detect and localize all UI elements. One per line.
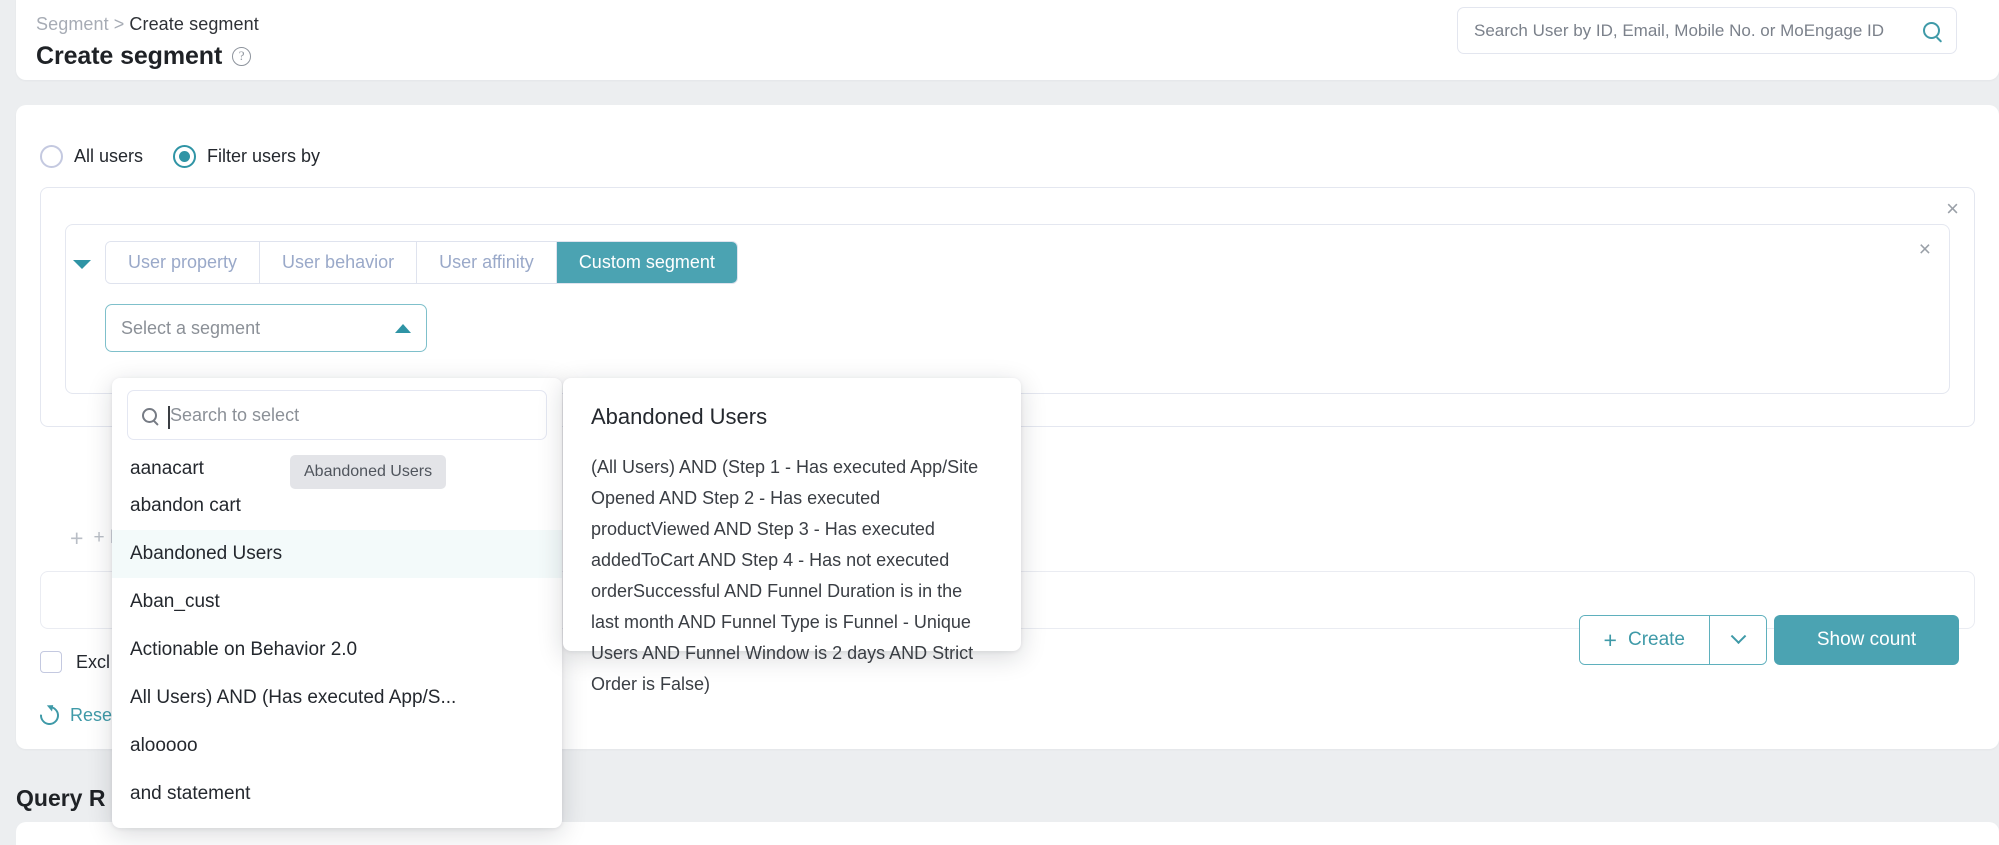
radio-filter-users-by[interactable]: Filter users by (173, 145, 320, 168)
filter-type-tabs: User property User behavior User affinit… (105, 241, 738, 284)
search-icon (142, 408, 157, 423)
reset-label: Rese (70, 705, 112, 726)
reset-button[interactable]: Rese (40, 705, 112, 726)
audience-radio-group: All users Filter users by (40, 145, 320, 168)
exclude-users-row[interactable]: Excl (40, 651, 110, 673)
text-cursor (168, 406, 170, 429)
app-page: Segment>Create segment Create segment ? … (0, 0, 1999, 845)
dropdown-search-placeholder: Search to select (170, 405, 299, 425)
breadcrumb-current: Create segment (129, 14, 258, 34)
close-icon[interactable]: × (1919, 239, 1931, 260)
list-item[interactable]: Aban_cust (112, 578, 562, 626)
exclude-users-label: Excl (76, 652, 110, 673)
chevron-down-icon[interactable] (73, 260, 91, 269)
plus-icon: + (1604, 627, 1617, 654)
create-button-group: + Create (1579, 615, 1767, 665)
radio-all-users-dot[interactable] (40, 145, 63, 168)
exclude-users-checkbox[interactable] (40, 651, 62, 673)
refresh-icon (36, 702, 63, 729)
page-title-row: Create segment ? (36, 42, 251, 71)
question-mark-circle-icon[interactable]: ? (232, 47, 251, 66)
radio-filter-users-by-dot[interactable] (173, 145, 196, 168)
tab-user-behavior[interactable]: User behavior (260, 242, 417, 283)
list-item[interactable]: All Users) AND (Has executed App/S... (112, 674, 562, 722)
show-count-button[interactable]: Show count (1774, 615, 1959, 665)
radio-all-users[interactable]: All users (40, 145, 143, 168)
segment-detail-title: Abandoned Users (591, 404, 993, 430)
dropdown-search-input[interactable]: Search to select (170, 405, 532, 426)
search-input[interactable] (1474, 21, 1913, 41)
create-dropdown-button[interactable] (1710, 616, 1766, 664)
tab-custom-segment[interactable]: Custom segment (557, 242, 737, 283)
create-button[interactable]: + Create (1580, 616, 1710, 664)
dropdown-search-box[interactable]: Search to select (127, 390, 547, 440)
segment-detail-panel: Abandoned Users (All Users) AND (Step 1 … (563, 378, 1021, 651)
list-item[interactable]: alooooo (112, 722, 562, 770)
search-icon[interactable] (1923, 22, 1940, 39)
tab-user-affinity[interactable]: User affinity (417, 242, 557, 283)
show-count-label: Show count (1817, 629, 1916, 651)
segment-detail-description: (All Users) AND (Step 1 - Has executed A… (591, 452, 993, 700)
list-item[interactable]: Actionable on Behavior 2.0 (112, 626, 562, 674)
radio-filter-users-by-label: Filter users by (207, 146, 320, 167)
list-item[interactable]: and statement (112, 770, 562, 818)
list-item[interactable]: Abandoned Users (112, 530, 562, 578)
chevron-down-icon (1730, 628, 1746, 644)
segment-tooltip: Abandoned Users (290, 455, 446, 489)
plus-icon: + (70, 525, 83, 552)
close-icon[interactable]: × (1946, 198, 1959, 220)
list-item[interactable]: abandon cart (112, 482, 562, 530)
create-button-label: Create (1628, 629, 1685, 651)
query-results-heading: Query R (16, 785, 105, 812)
breadcrumb-separator: > (114, 14, 125, 34)
segment-option-list[interactable]: aanacart abandon cart Abandoned Users Ab… (112, 448, 562, 828)
page-title: Create segment (36, 42, 222, 71)
breadcrumb: Segment>Create segment (36, 14, 259, 35)
header-card: Segment>Create segment Create segment ? (16, 0, 1999, 80)
tab-user-property[interactable]: User property (106, 242, 260, 283)
chevron-up-icon[interactable] (395, 324, 411, 333)
global-user-search[interactable] (1457, 7, 1957, 54)
radio-all-users-label: All users (74, 146, 143, 167)
segment-dropdown-panel: Search to select aanacart abandon cart A… (112, 378, 562, 828)
segment-select-placeholder: Select a segment (121, 318, 395, 339)
segment-select[interactable]: Select a segment (105, 304, 427, 352)
breadcrumb-root[interactable]: Segment (36, 14, 109, 34)
